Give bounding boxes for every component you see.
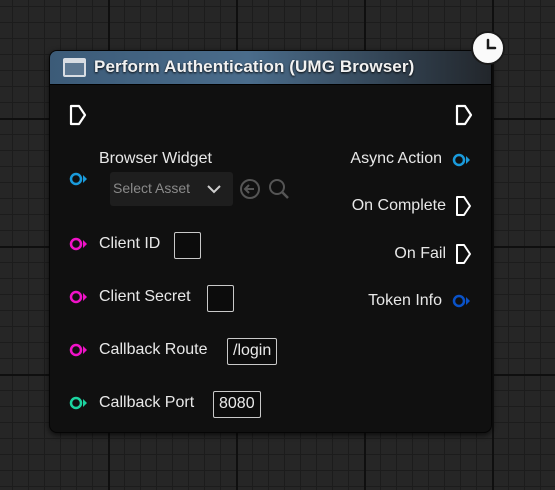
perform-authentication-node[interactable]: Perform Authentication (UMG Browser) Bro… bbox=[49, 50, 492, 433]
browse-asset-search-icon[interactable] bbox=[267, 177, 291, 201]
token-info-label: Token Info bbox=[368, 292, 442, 309]
token-info-pin[interactable] bbox=[452, 294, 472, 308]
browser-widget-pin[interactable] bbox=[69, 172, 89, 186]
client-secret-label: Client Secret bbox=[99, 288, 191, 305]
on-fail-exec-pin[interactable] bbox=[455, 243, 473, 265]
async-action-pin[interactable] bbox=[452, 153, 472, 167]
on-fail-label: On Fail bbox=[394, 245, 446, 262]
callback-route-label: Callback Route bbox=[99, 341, 208, 358]
browser-widget-label: Browser Widget bbox=[99, 150, 212, 167]
on-complete-label: On Complete bbox=[351, 197, 446, 214]
client-id-label: Client ID bbox=[99, 235, 161, 252]
callback-port-input[interactable]: 8080 bbox=[213, 391, 261, 418]
clock-hands bbox=[486, 38, 497, 50]
async-action-label: Async Action bbox=[350, 150, 442, 167]
clock-icon bbox=[471, 31, 505, 65]
use-selected-asset-icon[interactable] bbox=[239, 178, 261, 200]
client-secret-pin[interactable] bbox=[69, 290, 89, 304]
node-title: Perform Authentication (UMG Browser) bbox=[94, 57, 415, 76]
on-complete-exec-pin[interactable] bbox=[455, 195, 473, 217]
callback-port-label: Callback Port bbox=[99, 394, 195, 411]
callback-route-input[interactable]: /login bbox=[227, 338, 278, 365]
client-secret-input[interactable] bbox=[207, 285, 234, 312]
exec-output-pin[interactable] bbox=[455, 104, 473, 126]
client-id-pin[interactable] bbox=[69, 237, 89, 251]
exec-input-pin[interactable] bbox=[69, 104, 87, 126]
chevron-down-icon bbox=[207, 185, 221, 194]
client-id-input[interactable] bbox=[174, 232, 201, 259]
callback-port-pin[interactable] bbox=[69, 396, 89, 410]
select-asset-placeholder: Select Asset bbox=[113, 180, 191, 196]
callback-route-pin[interactable] bbox=[69, 343, 89, 357]
node-header[interactable]: Perform Authentication (UMG Browser) bbox=[50, 51, 491, 85]
widget-blueprint-icon bbox=[63, 58, 86, 77]
select-asset-dropdown[interactable]: Select Asset bbox=[110, 172, 233, 206]
